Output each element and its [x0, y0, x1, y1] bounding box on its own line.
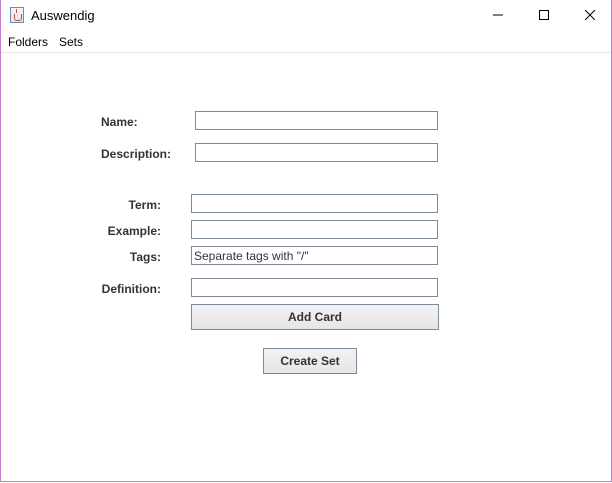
description-label: Description:: [101, 147, 172, 161]
title-bar[interactable]: Auswendig: [1, 0, 611, 31]
maximize-icon: [539, 10, 549, 20]
term-label: Term:: [128, 198, 161, 212]
example-label: Example:: [107, 224, 161, 238]
window-title: Auswendig: [31, 8, 95, 23]
add-card-button[interactable]: Add Card: [191, 304, 439, 330]
maximize-button[interactable]: [521, 0, 567, 31]
menu-bar: Folders Sets: [1, 31, 611, 53]
menu-folders[interactable]: Folders: [8, 35, 48, 49]
definition-label: Definition:: [101, 282, 161, 296]
close-button[interactable]: [567, 0, 612, 31]
minimize-button[interactable]: [475, 0, 521, 31]
example-field[interactable]: [191, 220, 438, 239]
minimize-icon: [493, 14, 503, 16]
tags-label: Tags:: [129, 250, 161, 264]
name-label: Name:: [101, 115, 138, 129]
term-field[interactable]: [191, 194, 438, 213]
description-field[interactable]: [195, 143, 438, 162]
app-window: Auswendig Folders Sets Name: Description…: [0, 0, 612, 482]
tags-field[interactable]: [191, 246, 438, 265]
definition-field[interactable]: [191, 278, 438, 297]
close-icon: [585, 10, 595, 20]
menu-sets[interactable]: Sets: [59, 35, 83, 49]
java-app-icon: [10, 7, 24, 23]
name-field[interactable]: [195, 111, 438, 130]
create-set-button[interactable]: Create Set: [263, 348, 357, 374]
